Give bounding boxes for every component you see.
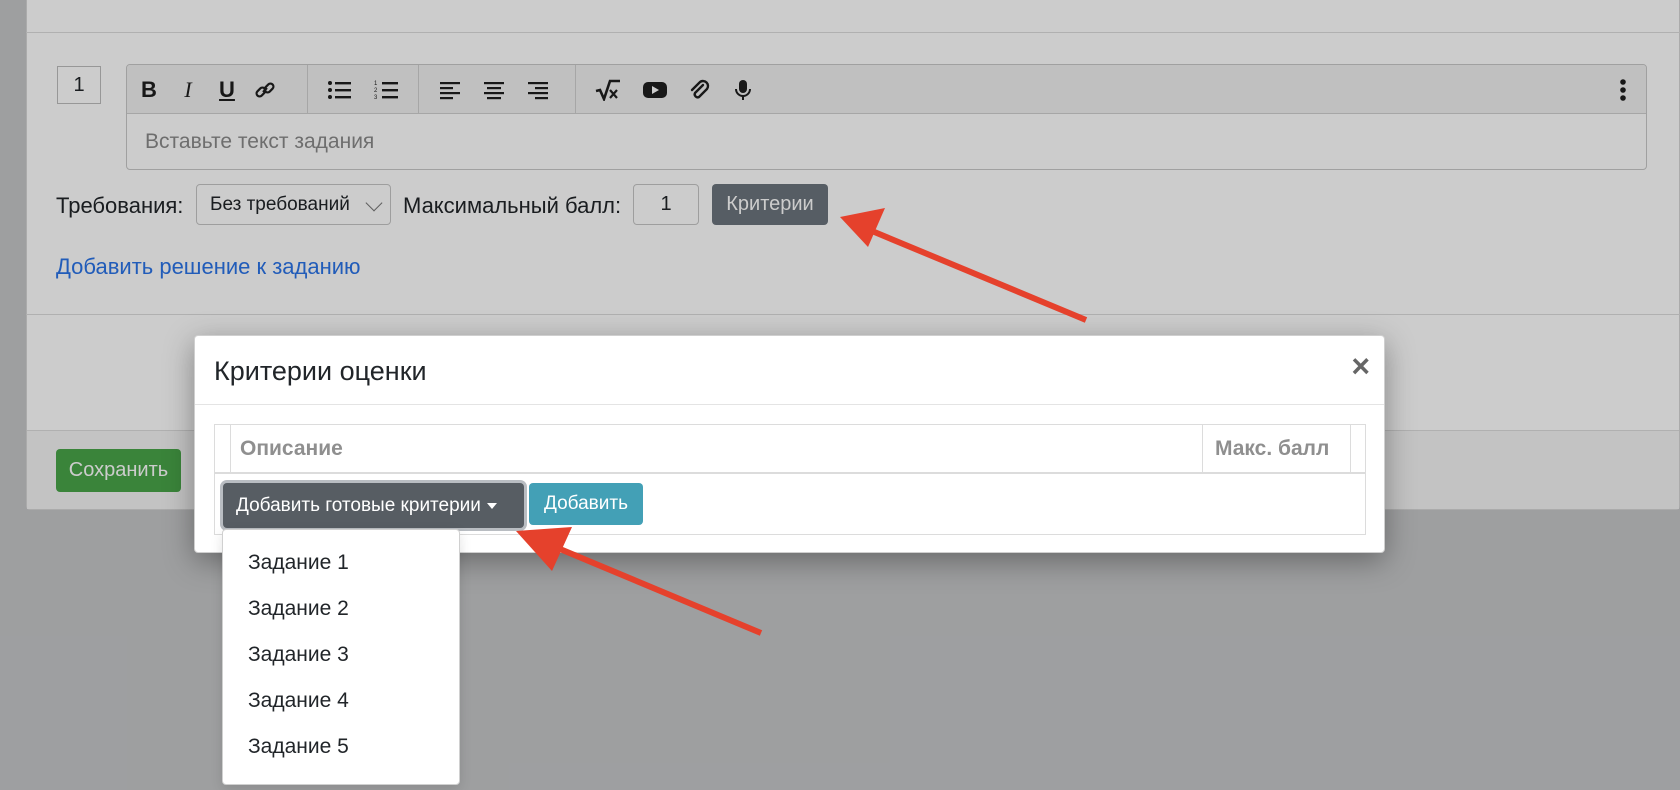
annotation-arrows: [516, 208, 1088, 636]
arrow-to-ready-criteria-button: [516, 527, 763, 636]
arrow-to-criteria-button: [840, 208, 1088, 323]
